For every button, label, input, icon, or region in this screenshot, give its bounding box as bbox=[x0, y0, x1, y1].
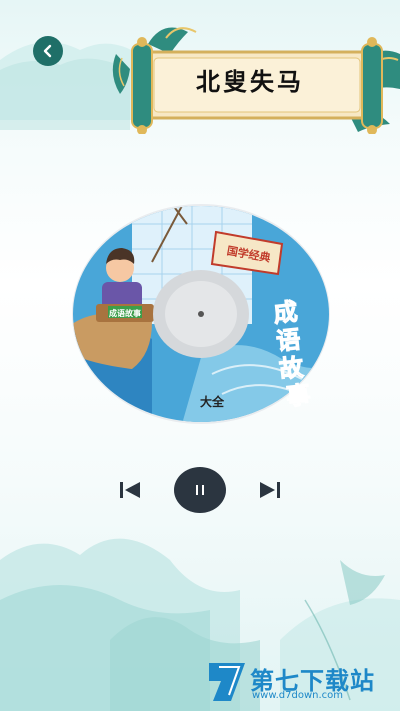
player-controls bbox=[0, 462, 400, 518]
cover-title-line: 成 bbox=[272, 297, 299, 327]
cover-title-line: 故 bbox=[278, 353, 306, 383]
cover-title-line: 事 bbox=[285, 381, 312, 411]
chevron-left-icon bbox=[43, 44, 52, 58]
watermark-url: www.d7down.com bbox=[252, 690, 344, 701]
back-button[interactable] bbox=[33, 36, 63, 66]
cover-title-line: 语 bbox=[275, 325, 302, 355]
album-disc: 成语故事 国学经典 成 语 故 事 大全 bbox=[72, 204, 330, 424]
watermark-mark-icon bbox=[209, 663, 245, 701]
board-text: 成语故事 bbox=[109, 308, 141, 318]
previous-button[interactable] bbox=[116, 478, 144, 502]
skip-next-icon bbox=[260, 482, 280, 498]
page-title: 北叟失马 bbox=[196, 68, 304, 96]
next-button[interactable] bbox=[256, 478, 284, 502]
skip-previous-icon bbox=[120, 482, 140, 498]
pause-button[interactable] bbox=[174, 467, 226, 513]
cover-subtitle: 大全 bbox=[200, 394, 225, 409]
pause-icon bbox=[196, 485, 204, 495]
